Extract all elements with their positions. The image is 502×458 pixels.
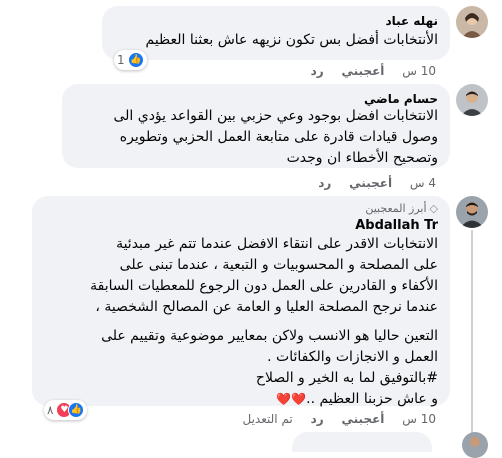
avatar[interactable] <box>456 84 488 116</box>
reply-button[interactable]: رد <box>311 412 324 426</box>
comment-author[interactable]: حسام ماضي <box>364 92 438 106</box>
timestamp[interactable]: 10 س <box>402 412 436 426</box>
like-button[interactable]: أعجبني <box>342 412 385 426</box>
thread-connector <box>471 230 473 437</box>
comment-author[interactable]: Abdallah Tr <box>355 218 438 233</box>
reaction-count: ٨ <box>47 403 54 417</box>
comment-actions: 4 س أعجبني رد <box>304 176 436 190</box>
edited-label: تم التعديل <box>242 412 293 426</box>
avatar[interactable] <box>456 6 488 38</box>
reaction-summary[interactable]: 1 👍 <box>114 50 147 70</box>
like-button[interactable]: أعجبني <box>342 64 385 78</box>
comment-text: الانتخابات افضل بوجود وعي حزبي بين القوا… <box>113 108 438 166</box>
heart-emoji: ❤️❤️ <box>276 392 307 406</box>
like-button[interactable]: أعجبني <box>349 176 392 190</box>
reply-button[interactable]: رد <box>311 64 324 78</box>
comment-text: الأنتخابات أفضل بس تكون نزيهه عاش بعثنا … <box>145 32 439 48</box>
comment-text: الانتخابات الاقدر على انتقاء الافضل عندم… <box>90 236 438 407</box>
comment-bubble <box>292 432 432 452</box>
like-reaction-icon: 👍 <box>68 402 85 418</box>
comment-bubble: ◇أبرز المعجبين Abdallah Tr الانتخابات ال… <box>32 196 450 407</box>
avatar[interactable] <box>462 432 488 458</box>
timestamp[interactable]: 4 س <box>410 176 436 190</box>
top-fan-badge: ◇أبرز المعجبين <box>365 202 438 215</box>
comment-actions: 10 س أعجبني رد <box>297 64 436 78</box>
diamond-icon: ◇ <box>429 202 438 215</box>
comment-author[interactable]: نهله عباد <box>385 14 438 28</box>
comment-bubble: حسام ماضي الانتخابات افضل بوجود وعي حزبي… <box>62 84 450 168</box>
like-reaction-icon: 👍 <box>127 52 144 68</box>
reaction-count: 1 <box>117 53 125 67</box>
comment-bubble: نهله عباد الأنتخابات أفضل بس تكون نزيهه … <box>102 6 450 60</box>
avatar[interactable] <box>456 196 488 228</box>
reaction-summary[interactable]: ٨ ♥ 👍 <box>44 400 88 420</box>
timestamp[interactable]: 10 س <box>402 64 436 78</box>
reply-button[interactable]: رد <box>318 176 331 190</box>
comment-actions: 10 س أعجبني رد تم التعديل <box>229 412 437 426</box>
